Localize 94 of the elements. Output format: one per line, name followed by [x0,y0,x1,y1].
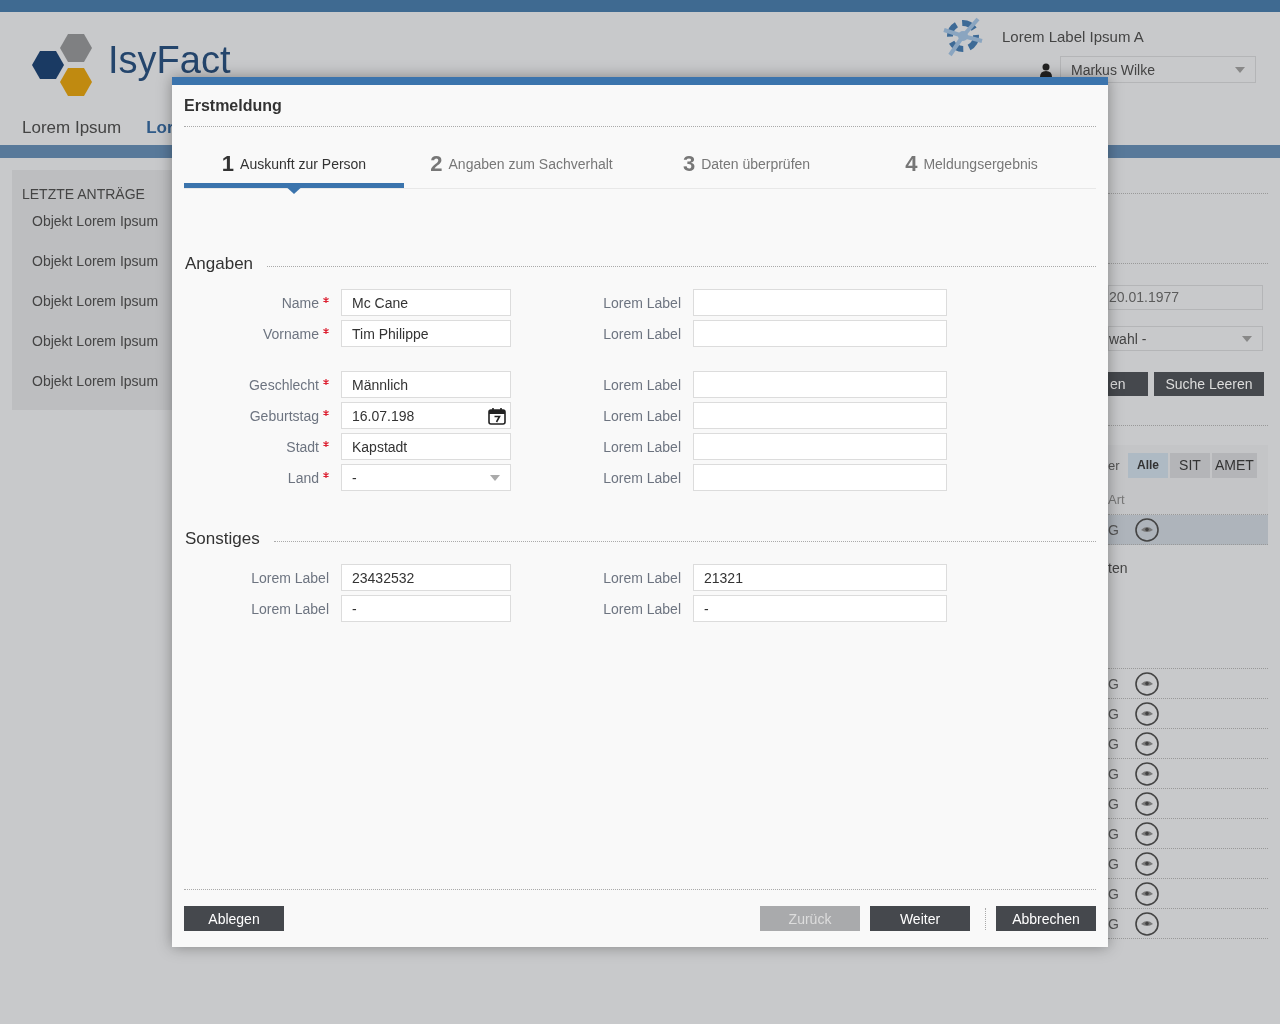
field-label: Stadt [286,438,319,455]
section-title: Sonstiges [184,529,260,549]
eye-icon[interactable] [1135,911,1159,936]
search-action-button[interactable]: Suche Leeren [1154,372,1264,396]
field-label: Lorem Label [603,438,681,455]
eye-icon[interactable] [1135,791,1159,816]
table-cell-text: G [1108,521,1120,538]
step-tab[interactable]: 2 Angaben zum Sachverhalt [409,139,634,188]
sidebar-item[interactable]: Objekt Lorem Ipsum [22,371,172,391]
date-field[interactable]: 16.07.198 [341,402,511,429]
note-text: ten [1108,560,1129,578]
field-label: Geburtstag [249,407,319,424]
table-cell-text: G [1108,855,1120,872]
file-button[interactable]: Ablegen [184,906,284,931]
next-button[interactable]: Weiter [870,906,970,931]
input-field[interactable]: Männlich [341,371,511,398]
caret-icon [1235,66,1245,73]
step-tab[interactable]: 4 Meldungsergebnis [859,139,1084,188]
logo-text: IsyFact [108,40,231,80]
nav-link[interactable]: Lor [146,118,174,138]
caret-icon [1242,335,1252,342]
eye-icon[interactable] [1135,851,1159,876]
filter-label: er [1108,457,1121,473]
search-action-button[interactable]: en [1108,372,1148,396]
field-label: Lorem Label [603,469,681,486]
table-cell-text: G [1108,825,1120,842]
field-label: Lorem Label [251,600,329,617]
required-icon [323,378,329,385]
field-label: Lorem Label [603,600,681,617]
user-dropdown[interactable]: Markus Wilke [1060,56,1256,83]
eye-icon[interactable] [1135,517,1159,542]
sidebar-item[interactable]: Objekt Lorem Ipsum [22,251,172,271]
table-cell-text: G [1108,735,1120,752]
step-tab[interactable]: 1 Auskunft zur Person [184,139,404,188]
field-label: Land [287,469,319,486]
sidebar-title: LETZTE ANTRÄGE [22,185,146,203]
required-icon [323,471,329,478]
filter-tab[interactable]: Alle [1128,452,1168,478]
required-icon [323,327,329,334]
input-field[interactable]: - [341,595,511,622]
eye-icon[interactable] [1135,881,1159,906]
input-field[interactable] [693,289,947,316]
filter-tab[interactable]: SIT [1170,452,1210,478]
nav-link[interactable]: Lorem Ipsum [22,118,122,138]
field-label: Lorem Label [603,569,681,586]
input-field[interactable]: Mc Cane [341,289,511,316]
dropdown[interactable]: - [341,464,511,491]
field-label: Name [281,294,319,311]
eye-icon[interactable] [1135,671,1159,696]
field-label: Lorem Label [251,569,329,586]
field-label: Vorname [262,325,319,342]
input-field[interactable]: - [693,595,947,622]
input-field[interactable] [693,464,947,491]
input-field[interactable] [693,320,947,347]
eye-icon[interactable] [1135,701,1159,726]
user-icon [1040,62,1052,77]
dialog-title: Erstmeldung [184,85,1096,127]
table-row[interactable]: G [1108,515,1268,545]
table-cell-text: G [1108,705,1120,722]
table-cell-text: G [1108,675,1120,692]
input-field[interactable] [693,402,947,429]
app-label: Lorem Label Ipsum A [1002,27,1144,45]
dropdown[interactable]: wahl - [1108,326,1263,351]
table-cell-text: G [1108,885,1120,902]
cancel-button[interactable]: Abbrechen [996,906,1096,931]
filter-tab[interactable]: AMET [1212,452,1257,478]
input-field[interactable]: 23432532 [341,564,511,591]
required-icon [323,409,329,416]
required-icon [323,296,329,303]
section-title: Angaben [184,254,254,274]
sidebar-item[interactable]: Objekt Lorem Ipsum [22,291,172,311]
sidebar-item[interactable]: Objekt Lorem Ipsum [22,211,172,231]
required-icon [323,440,329,447]
eye-icon[interactable] [1135,821,1159,846]
table-cell-text: G [1108,765,1120,782]
field-label: Lorem Label [603,407,681,424]
input-field[interactable]: Kapstadt [341,433,511,460]
field-label: Lorem Label [603,376,681,393]
calendar-icon[interactable] [488,406,506,425]
input-field[interactable] [693,433,947,460]
caret-icon [490,474,500,481]
sidebar-item[interactable]: Objekt Lorem Ipsum [22,331,172,351]
field-label: Geschlecht [248,376,319,393]
eye-icon[interactable] [1135,761,1159,786]
input-field[interactable] [693,371,947,398]
field-label: Lorem Label [603,325,681,342]
table-cell-text: G [1108,795,1120,812]
input-field[interactable]: Tim Philippe [341,320,511,347]
date-field[interactable]: 20.01.1977 [1108,285,1263,310]
input-field[interactable]: 21321 [693,564,947,591]
field-label: Lorem Label [603,294,681,311]
table-cell-text: G [1108,915,1120,932]
step-tab[interactable]: 3 Daten überprüfen [634,139,859,188]
eye-icon[interactable] [1135,731,1159,756]
